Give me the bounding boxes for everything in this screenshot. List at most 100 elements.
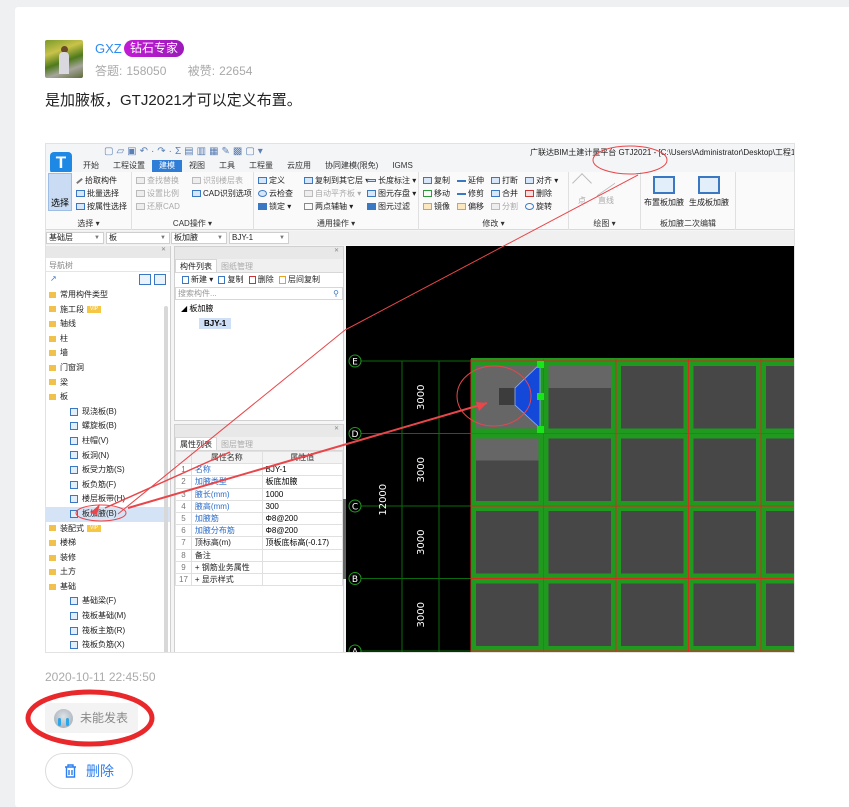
nav-tree-item[interactable]: 板洞(N) — [46, 449, 170, 464]
new-button[interactable]: 新建 ▾ — [191, 275, 213, 284]
nav-tree-item[interactable]: 装修 — [46, 551, 170, 566]
ribbon-extend[interactable]: 延伸 — [457, 175, 484, 186]
ribbon-draw-line[interactable]: 直线 — [597, 169, 615, 206]
nav-tree-item[interactable]: 装配式 VIP — [46, 522, 170, 537]
reaction-button[interactable]: 未能发表 — [45, 703, 138, 733]
property-value[interactable]: 顶板底标高(-0.17) — [261, 536, 344, 550]
nav-tree-item[interactable]: 柱帽(V) — [46, 434, 170, 449]
panel-view-icon[interactable] — [154, 274, 166, 285]
ribbon-align[interactable]: 对齐 ▾ — [525, 175, 558, 186]
property-row[interactable]: 9 + 钢筋业务属性 — [175, 560, 344, 574]
ribbon-trim[interactable]: 修剪 — [457, 188, 484, 199]
nav-tree-item[interactable]: 现浇板(B) — [46, 405, 170, 420]
ribbon-split[interactable]: 分割 — [491, 201, 518, 212]
nav-tree-item[interactable]: 墙 — [46, 346, 170, 361]
ribbon-length-dimension[interactable]: 长度标注 ▾ — [367, 175, 416, 186]
nav-tree-item[interactable]: 梁 — [46, 376, 170, 391]
search-icon[interactable]: ⚲ — [333, 288, 339, 299]
nav-tree-item[interactable]: 常用构件类型 — [46, 288, 170, 303]
nav-tree-item[interactable]: 筏板主筋(R) — [46, 624, 170, 639]
ribbon-two-point-axis[interactable]: 两点辅轴 ▾ — [304, 201, 353, 212]
ribbon-select-by-attribute[interactable]: 按属性选择 — [76, 201, 127, 212]
property-value[interactable]: 板底加腋 — [261, 475, 344, 489]
username-link[interactable]: GXZ — [95, 41, 122, 56]
tab-properties[interactable]: 属性列表 — [175, 437, 217, 450]
nav-tree-item[interactable]: 螺旋板(B) — [46, 419, 170, 434]
property-value[interactable]: 1000 — [261, 487, 344, 501]
component-group[interactable]: ◢ 板加腋 — [181, 303, 337, 314]
nav-tree-item[interactable]: 楼梯 — [46, 536, 170, 551]
ribbon-lock[interactable]: 锁定 ▾ — [258, 201, 291, 212]
component-item-bjy1[interactable]: BJY-1 — [199, 318, 232, 329]
pane-close-icon[interactable]: ✕ — [46, 246, 170, 258]
property-value[interactable] — [261, 572, 344, 587]
select-big-button[interactable]: 选择 — [48, 173, 72, 211]
pin-icon[interactable]: ↗ — [50, 274, 57, 283]
category-dropdown[interactable]: 板 ▼ — [106, 232, 170, 244]
ribbon-cad-options[interactable]: CAD识别选项 — [192, 188, 252, 199]
ribbon-find-replace[interactable]: 查找替换 — [136, 175, 179, 186]
property-value[interactable] — [261, 560, 344, 574]
property-value[interactable] — [261, 548, 344, 562]
nav-tree-item[interactable]: 板加腋(B) — [46, 506, 170, 522]
property-row[interactable]: 7 顶标高(m) 顶板底标高(-0.17) — [175, 536, 344, 550]
ribbon-break[interactable]: 打断 — [491, 175, 518, 186]
property-value[interactable]: Φ8@200 — [261, 511, 344, 526]
pane-close-icon[interactable]: ✕ — [175, 247, 343, 259]
drawing-canvas[interactable]: E D C B A 3000 3000 3000 3000 12000 — [346, 246, 794, 652]
nav-tree-item[interactable]: 板受力筋(S) — [46, 463, 170, 478]
menu-tab-2[interactable]: 建模 — [152, 160, 182, 172]
property-row[interactable]: 17 + 显示样式 — [175, 572, 344, 587]
nav-tree-item[interactable]: 柱 — [46, 332, 170, 347]
ribbon-define[interactable]: 定义 — [258, 175, 285, 186]
property-value[interactable]: Φ8@200 — [261, 524, 344, 538]
property-row[interactable]: 8 备注 — [175, 548, 344, 562]
ribbon-pick-component[interactable]: 拾取构件 — [76, 175, 117, 186]
pane-close-icon[interactable]: ✕ — [175, 425, 343, 437]
ribbon-delete[interactable]: 删除 — [525, 188, 552, 199]
nav-scrollbar[interactable] — [164, 306, 168, 652]
nav-tree-item[interactable]: 轴线 — [46, 317, 170, 332]
nav-tree-item[interactable]: 基础 — [46, 580, 170, 595]
component-search-input[interactable]: 搜索构件... ⚲ — [175, 287, 343, 300]
type-dropdown[interactable]: 板加腋 ▼ — [171, 232, 227, 244]
layer-copy-button[interactable]: 层间复制 — [288, 275, 320, 284]
attached-screenshot[interactable]: T ▢▱▣↶·↷·Σ▤▥▦✎▩▢▾ 广联达BIM土建计量平台 GTJ2021 -… — [45, 143, 795, 653]
ribbon-restore-cad[interactable]: 还原CAD — [136, 201, 180, 212]
ribbon-copy[interactable]: 复制 — [423, 175, 450, 186]
property-row[interactable]: 6 加腋分布筋 Φ8@200 — [175, 524, 344, 538]
ribbon-draw-point[interactable]: 点 — [572, 173, 592, 206]
property-row[interactable]: 5 加腋筋 Φ8@200 — [175, 511, 344, 526]
menu-tab-3[interactable]: 视图 — [182, 160, 212, 172]
ribbon-save-elements[interactable]: 图元存盘 ▾ — [367, 188, 416, 199]
nav-tree-item[interactable]: 楼层板带(H) — [46, 492, 170, 507]
nav-tree-item[interactable]: 筏板基础(M) — [46, 609, 170, 624]
place-haunch-button[interactable]: 布置板加腋 — [644, 176, 684, 208]
menu-tab-4[interactable]: 工具 — [212, 160, 242, 172]
ribbon-move[interactable]: 移动 — [423, 188, 450, 199]
ribbon-offset[interactable]: 偏移 — [457, 201, 484, 212]
nav-tree-item[interactable]: 门窗洞 — [46, 361, 170, 376]
avatar[interactable] — [45, 40, 83, 78]
tab-component-list[interactable]: 构件列表 — [175, 259, 217, 272]
ribbon-auto-level-slab[interactable]: 自动平齐板 ▾ — [304, 188, 361, 199]
ribbon-mirror[interactable]: 镜像 — [423, 201, 450, 212]
property-row[interactable]: 1 名称 BJY-1 — [175, 463, 344, 477]
nav-tree-item[interactable]: 板负筋(F) — [46, 478, 170, 493]
ribbon-element-filter[interactable]: 图元过滤 — [367, 201, 410, 212]
property-row[interactable]: 2 加腋类型 板底加腋 — [175, 475, 344, 489]
menu-tab-0[interactable]: 开始 — [76, 160, 106, 172]
menu-tab-7[interactable]: 协同建模(限免) — [318, 160, 385, 172]
nav-tree-item[interactable]: 板 — [46, 390, 170, 405]
delete-button[interactable]: 删除 — [45, 753, 133, 789]
ribbon-identify-floor-table[interactable]: 识别楼层表 — [192, 175, 243, 186]
ribbon-batch-select[interactable]: 批量选择 — [76, 188, 119, 199]
menu-tab-6[interactable]: 云应用 — [280, 160, 318, 172]
ribbon-merge[interactable]: 合并 — [491, 188, 518, 199]
ribbon-copy-to-layer[interactable]: 复制到其它层 ▾ — [304, 175, 369, 186]
copy-button[interactable]: 复制 — [227, 275, 243, 284]
tab-drawing-management[interactable]: 图纸管理 — [217, 260, 257, 273]
nav-tree-item[interactable]: 土方 — [46, 565, 170, 580]
ribbon-cloud-check[interactable]: 云检查 — [258, 188, 293, 199]
list-view-icon[interactable] — [139, 274, 151, 285]
